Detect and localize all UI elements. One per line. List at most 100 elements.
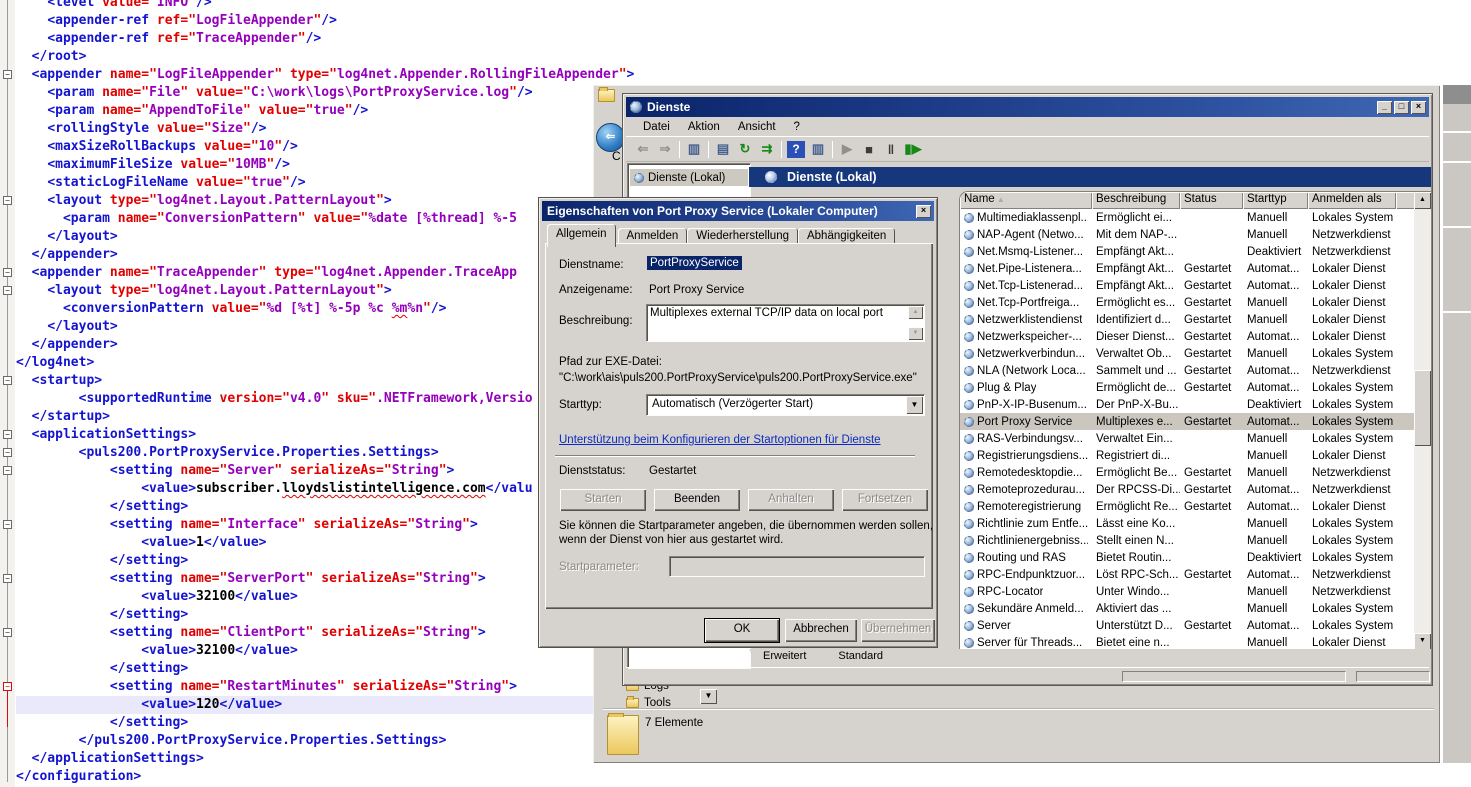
table-row[interactable]: Routing und RASBietet Routin...Deaktivie… [960, 549, 1415, 566]
table-row[interactable]: Net.Msmq-Listener...Empfängt Akt...Deakt… [960, 243, 1415, 260]
fold-marker[interactable]: − [3, 520, 12, 529]
fold-marker[interactable]: − [3, 574, 12, 583]
code-line[interactable]: <level value="INFO"/> [16, 0, 634, 12]
code-line[interactable]: </root> [16, 48, 634, 66]
table-row[interactable]: Port Proxy ServiceMultiplexes e...Gestar… [960, 413, 1415, 430]
start-service-icon[interactable]: ▶ [836, 139, 858, 160]
view-tab-erweitert[interactable]: Erweitert [749, 649, 820, 667]
code-line[interactable]: </puls200.PortProxyService.Properties.Se… [16, 732, 634, 750]
table-row[interactable]: ServerUnterstützt D...GestartetAutomat..… [960, 617, 1415, 634]
fold-marker[interactable]: − [3, 286, 12, 295]
table-row[interactable]: RPC-LocatorUnter Windo...ManuellNetzwerk… [960, 583, 1415, 600]
startup-options-help-link[interactable]: Unterstützung beim Konfigurieren der Sta… [559, 434, 881, 446]
abbrechen-button[interactable]: Abbrechen [785, 619, 857, 642]
table-row[interactable]: Netzwerkverbindun...Verwaltet Ob...Gesta… [960, 345, 1415, 362]
close-button[interactable]: × [1411, 101, 1426, 114]
scroll-up-button[interactable]: ▲ [1414, 192, 1431, 209]
table-row[interactable]: Net.Tcp-Portfreiga...Ermöglicht es...Ges… [960, 294, 1415, 311]
chevron-down-icon[interactable]: ▼ [906, 396, 923, 414]
fold-marker[interactable]: − [3, 376, 12, 385]
code-line[interactable]: <appender name="LogFileAppender" type="l… [16, 66, 634, 84]
minimize-button[interactable]: _ [1377, 101, 1392, 114]
fold-marker[interactable]: − [3, 196, 12, 205]
table-row[interactable]: Sekundäre Anmeld...Aktiviert das ...Manu… [960, 600, 1415, 617]
explorer-combo-arrow[interactable]: ▼ [700, 689, 717, 704]
table-row[interactable]: Multimediaklassenpl...Ermöglicht ei...Ma… [960, 209, 1415, 226]
menu-item[interactable]: Aktion [679, 119, 729, 135]
menu-item[interactable]: ? [785, 119, 809, 135]
code-line[interactable]: <rollingStyle value="Size"/> [16, 120, 634, 138]
starttyp-combobox[interactable]: Automatisch (Verzögerter Start) ▼ [646, 394, 925, 416]
column-header-name[interactable]: Name ▲ [960, 192, 1092, 209]
show-console-tree-icon[interactable]: ▥ [683, 139, 705, 160]
table-row[interactable]: Richtlinienergebniss...Stellt einen N...… [960, 532, 1415, 549]
beschreibung-box[interactable]: Multiplexes external TCP/IP data on loca… [646, 304, 925, 342]
refresh-icon[interactable]: ↻ [734, 139, 756, 160]
restart-service-icon[interactable]: ▮▶ [902, 139, 924, 160]
code-line[interactable]: </setting> [16, 660, 634, 678]
table-row[interactable]: Netzwerkspeicher-...Dieser Dienst...Gest… [960, 328, 1415, 345]
table-row[interactable]: RemoteregistrierungErmöglicht Re...Gesta… [960, 498, 1415, 515]
fold-marker[interactable]: − [3, 682, 12, 691]
table-row[interactable]: Net.Tcp-Listenerad...Empfängt Akt...Gest… [960, 277, 1415, 294]
column-header-starttyp[interactable]: Starttyp [1243, 192, 1308, 209]
table-row[interactable]: RPC-Endpunktzuor...Löst RPC-Sch...Gestar… [960, 566, 1415, 583]
export-list-icon[interactable]: ⇉ [756, 139, 778, 160]
fold-marker[interactable]: − [3, 430, 12, 439]
table-row[interactable]: RAS-Verbindungsv...Verwaltet Ein...Manue… [960, 430, 1415, 447]
code-line[interactable]: </applicationSettings> [16, 750, 634, 768]
help-icon[interactable]: ? [787, 141, 805, 158]
desc-scroll-up-icon[interactable]: ▲ [908, 306, 923, 319]
pause-service-icon[interactable]: ‖ [880, 139, 902, 160]
fold-marker[interactable]: − [3, 448, 12, 457]
code-line[interactable]: </configuration> [16, 768, 634, 786]
startparameter-input[interactable] [669, 556, 925, 577]
beenden-button[interactable]: Beenden [654, 489, 740, 511]
ok-button[interactable]: OK [705, 619, 779, 642]
code-line[interactable]: <maxSizeRollBackups value="10"/> [16, 138, 634, 156]
code-line[interactable]: <staticLogFileName value="true"/> [16, 174, 634, 192]
table-row[interactable]: Server für Threads...Bietet eine n...Man… [960, 634, 1415, 649]
menu-item[interactable]: Ansicht [729, 119, 785, 135]
services-titlebar[interactable]: Dienste _□× [626, 97, 1429, 117]
forward-icon[interactable]: ⇒ [654, 139, 676, 160]
fold-marker[interactable]: − [3, 628, 12, 637]
fold-marker[interactable]: − [3, 466, 12, 475]
explorer-back-button[interactable]: ⇐ [596, 123, 625, 152]
code-line[interactable]: <param name="AppendToFile" value="true"/… [16, 102, 634, 120]
code-line[interactable]: <maximumFileSize value="10MB"/> [16, 156, 634, 174]
column-header-anmelden-als[interactable]: Anmelden als [1308, 192, 1396, 209]
code-line[interactable]: </setting> [16, 714, 634, 732]
table-row[interactable]: NetzwerklistendienstIdentifiziert d...Ge… [960, 311, 1415, 328]
extended-view-icon[interactable]: ▥ [807, 139, 829, 160]
fold-marker[interactable]: − [3, 268, 12, 277]
code-line[interactable]: <param name="File" value="C:\work\logs\P… [16, 84, 634, 102]
table-row[interactable]: Net.Pipe-Listenera...Empfängt Akt...Gest… [960, 260, 1415, 277]
desc-scroll-down-icon[interactable]: ▼ [908, 327, 923, 340]
table-row[interactable]: Registrierungsdiens...Registriert di...M… [960, 447, 1415, 464]
back-icon[interactable]: ⇐ [632, 139, 654, 160]
maximize-button[interactable]: □ [1394, 101, 1409, 114]
scroll-down-button[interactable]: ▼ [1414, 633, 1431, 649]
column-header-status[interactable]: Status [1180, 192, 1243, 209]
column-header-beschreibung[interactable]: Beschreibung [1092, 192, 1180, 209]
fold-marker[interactable]: − [3, 70, 12, 79]
dienstname-value[interactable]: PortProxyService [647, 257, 742, 269]
tab-allgemein[interactable]: Allgemein [547, 224, 616, 247]
code-line[interactable]: <setting name="RestartMinutes" serialize… [16, 678, 634, 696]
table-row[interactable]: Remotedesktopdie...Ermöglicht Be...Gesta… [960, 464, 1415, 481]
table-row[interactable]: Plug & PlayErmöglicht de...GestartetAuto… [960, 379, 1415, 396]
table-row[interactable]: Richtlinie zum Entfe...Lässt eine Ko...M… [960, 515, 1415, 532]
tree-item-dienste-lokal[interactable]: Dienste (Lokal) [630, 169, 748, 186]
table-row[interactable]: NAP-Agent (Netwo...Mit dem NAP-...Manuel… [960, 226, 1415, 243]
scroll-thumb[interactable] [1414, 370, 1431, 446]
menu-item[interactable]: Datei [634, 119, 679, 135]
table-row[interactable]: Remoteprozedurau...Der RPCSS-Di...Gestar… [960, 481, 1415, 498]
close-icon[interactable]: × [916, 205, 931, 218]
table-row[interactable]: NLA (Network Loca...Sammelt und ...Gesta… [960, 362, 1415, 379]
services-list-scrollbar[interactable]: ▲ ▼ [1414, 192, 1431, 649]
code-line[interactable]: <appender-ref ref="TraceAppender"/> [16, 30, 634, 48]
code-line[interactable]: <appender-ref ref="LogFileAppender"/> [16, 12, 634, 30]
dialog-titlebar[interactable]: Eigenschaften von Port Proxy Service (Lo… [542, 201, 934, 221]
code-line[interactable]: <value>120</value> [16, 696, 634, 714]
